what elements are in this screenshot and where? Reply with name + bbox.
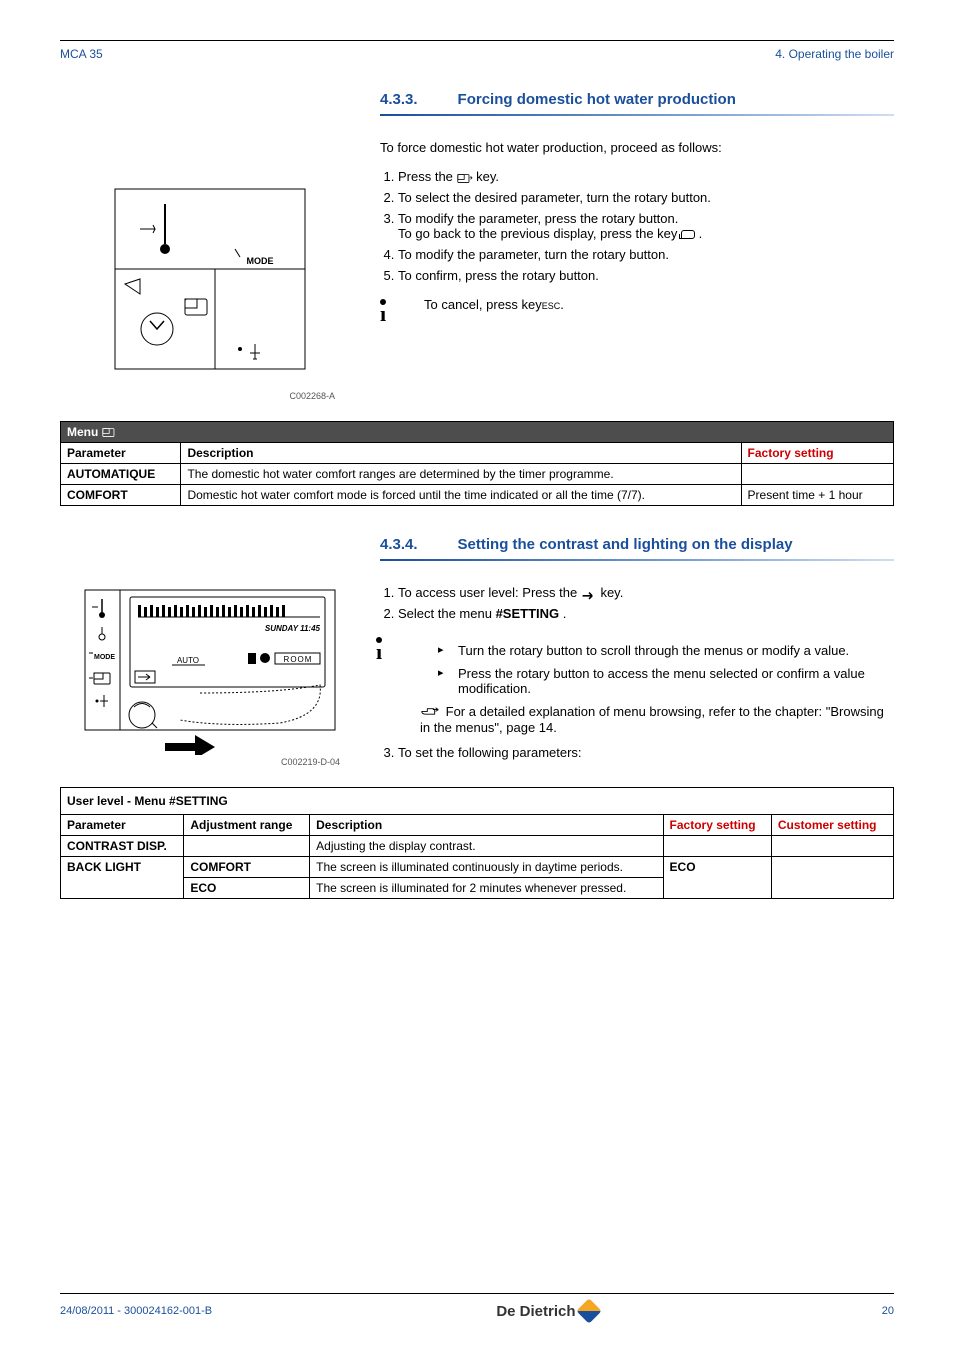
- step-4: To modify the parameter, turn the rotary…: [398, 247, 894, 262]
- tap-key-icon: [457, 172, 473, 183]
- step-3: To set the following parameters:: [398, 745, 894, 760]
- col-range: Adjustment range: [184, 815, 310, 836]
- table-row: BACK LIGHT COMFORT The screen is illumin…: [61, 857, 894, 878]
- step-5: To confirm, press the rotary button.: [398, 268, 894, 283]
- figure-1-ref: C002268-A: [85, 391, 335, 401]
- brand-logo-icon: [576, 1298, 601, 1323]
- tap-key-icon: [102, 427, 118, 438]
- figure-2-ref: C002219-D-04: [80, 757, 340, 767]
- table-row: CONTRAST DISP. Adjusting the display con…: [61, 836, 894, 857]
- footer-date-ref: 24/08/2011 - 300024162-001-B: [60, 1305, 212, 1317]
- header-rule: [60, 40, 894, 41]
- right-arrow-key-icon: [581, 589, 597, 599]
- section-433-header: 4.3.3. Forcing domestic hot water produc…: [380, 91, 894, 108]
- figure-1: MODE C002268-A: [60, 169, 360, 401]
- section-rule: [380, 114, 894, 116]
- section-433-body: MODE C002268-A Press the: [60, 169, 894, 401]
- step-2: Select the menu #SETTING .: [398, 606, 894, 621]
- back-key-icon: [681, 230, 695, 239]
- svg-text:AUTO: AUTO: [177, 656, 199, 665]
- step-3: To modify the parameter, press the rotar…: [398, 211, 894, 241]
- esc-label: ESC: [542, 301, 561, 311]
- svg-text:MODE: MODE: [94, 654, 115, 661]
- step-1: Press the key.: [398, 169, 894, 184]
- pointing-hand-icon: [420, 705, 442, 721]
- step-1: To access user level: Press the key.: [398, 585, 894, 600]
- col-factory: Factory setting: [741, 443, 893, 464]
- footer-brand: De Dietrich: [496, 1302, 597, 1320]
- section-number: 4.3.3.: [380, 91, 418, 108]
- col-parameter: Parameter: [61, 815, 184, 836]
- col-factory: Factory setting: [663, 815, 771, 836]
- info-icon: ı: [366, 635, 392, 661]
- section-434-body: MODE SUNDAY 11:45 AUTO: [60, 585, 894, 767]
- table2-title: User level - Menu #SETTING: [61, 788, 894, 815]
- col-customer: Customer setting: [771, 815, 893, 836]
- section-rule: [380, 559, 894, 561]
- page-footer: 24/08/2011 - 300024162-001-B De Dietrich…: [60, 1293, 894, 1320]
- section-433-intro: To force domestic hot water production, …: [380, 140, 894, 155]
- step-2: To select the desired parameter, turn th…: [398, 190, 894, 205]
- section-title: Setting the contrast and lighting on the…: [458, 536, 793, 553]
- section-number: 4.3.4.: [380, 536, 418, 553]
- table-setting: User level - Menu #SETTING Parameter Adj…: [60, 787, 894, 899]
- cancel-note: ı To cancel, press keyESC.: [370, 297, 894, 323]
- table-menu: Menu Parameter Description Factory setti…: [60, 421, 894, 506]
- info-icon: ı: [370, 297, 396, 323]
- table-row: COMFORT Domestic hot water comfort mode …: [61, 485, 894, 506]
- col-parameter: Parameter: [61, 443, 181, 464]
- section-title: Forcing domestic hot water production: [458, 91, 736, 108]
- table-row: AUTOMATIQUE The domestic hot water comfo…: [61, 464, 894, 485]
- header-right: 4. Operating the boiler: [775, 47, 894, 61]
- header-left: MCA 35: [60, 47, 103, 61]
- steps-434: To access user level: Press the key. Sel…: [380, 585, 894, 766]
- figure-mode-label: MODE: [247, 256, 274, 266]
- page-header: MCA 35 4. Operating the boiler: [60, 47, 894, 61]
- col-description: Description: [181, 443, 741, 464]
- figure-2: MODE SUNDAY 11:45 AUTO: [60, 585, 360, 767]
- bullet-rotate: Turn the rotary button to scroll through…: [438, 643, 894, 658]
- svg-text:SUNDAY 11:45: SUNDAY 11:45: [265, 624, 321, 633]
- hand-note: For a detailed explanation of menu brows…: [420, 704, 894, 735]
- col-description: Description: [310, 815, 663, 836]
- table1-title: Menu: [61, 422, 894, 443]
- section-434-header: 4.3.4. Setting the contrast and lighting…: [380, 536, 894, 553]
- svg-text:ROOM: ROOM: [284, 655, 313, 664]
- footer-page-number: 20: [882, 1305, 894, 1317]
- info-block-434: ı Turn the rotary button to scroll throu…: [366, 635, 894, 735]
- bullet-press: Press the rotary button to access the me…: [438, 666, 894, 696]
- steps-433: Press the key. To select the desired par…: [380, 169, 894, 323]
